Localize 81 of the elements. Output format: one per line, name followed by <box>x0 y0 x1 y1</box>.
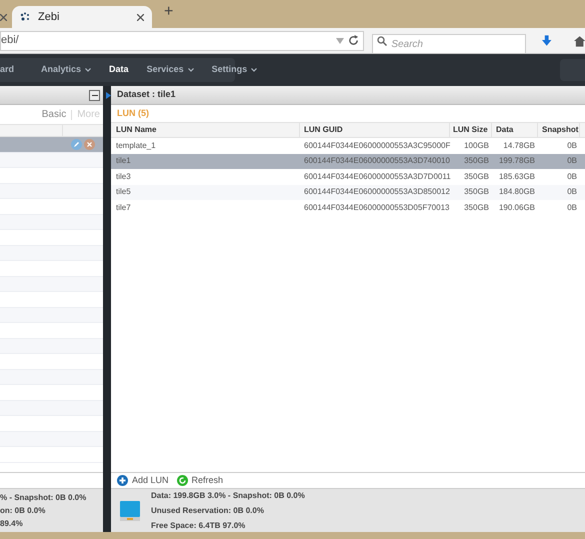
table-cell: template_1 <box>116 140 156 152</box>
url-field[interactable]: ebi/ <box>0 30 364 50</box>
table-cell: 350GB <box>464 155 489 168</box>
table-row[interactable] <box>0 152 103 168</box>
table-cell: 100GB <box>464 140 489 152</box>
table-cell: tile1 <box>116 155 131 168</box>
table-row[interactable] <box>0 308 103 323</box>
table-cell: 185.63GB <box>498 170 535 183</box>
dropdown-icon[interactable] <box>336 38 344 44</box>
table-cell: 600144F0344E06000000553A3D7D0011 <box>304 170 451 183</box>
close-icon[interactable] <box>0 14 7 20</box>
logo-icon <box>20 12 30 22</box>
table-cell: 0B <box>567 186 577 198</box>
table-cell: 600144F0344E06000000553D05F70013 <box>304 202 450 214</box>
table-row[interactable] <box>0 370 103 385</box>
delete-icon[interactable] <box>84 138 95 150</box>
table-row[interactable] <box>0 432 103 447</box>
table-row[interactable] <box>0 214 103 230</box>
edit-icon[interactable] <box>71 138 82 150</box>
info-text: Data: 199.8GB 3.0% - Snapshot: 0B 0.0% <box>151 490 305 502</box>
column-header[interactable]: LUN GUID <box>300 123 450 137</box>
info-text: on: 0B 0.0% <box>0 504 46 516</box>
table-row[interactable] <box>0 137 103 152</box>
action-button[interactable]: Add LUN <box>117 474 169 488</box>
info-text: 89.4% <box>0 518 24 530</box>
minimize-button[interactable] <box>89 90 100 100</box>
table-row[interactable] <box>0 400 103 416</box>
home-icon[interactable] <box>574 34 585 46</box>
view-link[interactable]: Basic <box>42 107 66 122</box>
add-icon <box>117 475 128 486</box>
chevron-icon <box>188 68 194 72</box>
table-row[interactable] <box>0 246 103 261</box>
info-text: Unused Reservation: 0B 0.0% <box>151 504 265 516</box>
table-cell: 0B <box>567 155 577 168</box>
table-cell: 600144F0344E06000000553A3D740010 <box>304 155 450 168</box>
reload-icon[interactable] <box>348 35 360 46</box>
table-cell: 600144F0344E06000000553A3D850012 <box>304 186 450 198</box>
table-cell: tile7 <box>116 202 131 214</box>
close-icon[interactable] <box>137 14 144 20</box>
info-text: Free Space: 6.4TB 97.0% <box>151 520 246 532</box>
column-header[interactable]: LUN Size <box>450 123 492 137</box>
nav-item[interactable]: Data <box>100 63 138 77</box>
nav-item[interactable]: ard <box>0 63 32 77</box>
disk-icon <box>119 500 141 522</box>
table-row[interactable] <box>0 338 103 354</box>
table-cell: 600144F0344E06000000553A3C95000F <box>304 140 450 152</box>
table-row[interactable]: tile5 600144F0344E06000000553A3D850012 350GB 184.80GB 0B <box>111 184 585 200</box>
table-cell: 14.78GB <box>503 140 535 152</box>
nav-item[interactable]: Analytics <box>32 63 100 77</box>
table-row[interactable]: tile1 600144F0344E06000000553A3D740010 350GB 199.78GB 0B <box>111 154 585 169</box>
new-tab-button[interactable]: + <box>164 0 174 24</box>
column-header[interactable]: LUN Name <box>111 123 300 137</box>
table-cell: 190.06GB <box>498 202 535 214</box>
table-cell: 350GB <box>464 186 489 198</box>
table-cell: 0B <box>567 140 577 152</box>
refresh-icon <box>176 475 188 486</box>
panel-title: Dataset : tile1 <box>117 88 176 102</box>
table-cell: tile5 <box>116 186 131 198</box>
tab-title: Zebi <box>38 10 60 25</box>
table-row[interactable] <box>0 184 103 199</box>
search-input[interactable]: Search <box>372 34 526 54</box>
action-button[interactable]: Refresh <box>176 474 224 488</box>
table-cell: 184.80GB <box>498 186 535 198</box>
chevron-icon <box>251 68 258 72</box>
table-cell: 199.78GB <box>498 155 535 168</box>
table-cell: tile3 <box>116 170 131 183</box>
column-header[interactable]: Snapshot <box>538 123 580 137</box>
nav-item[interactable]: Settings <box>202 63 266 77</box>
column-header[interactable]: Data <box>492 123 538 137</box>
table-cell: 0B <box>567 202 577 214</box>
table-row[interactable] <box>0 276 103 292</box>
info-text: % - Snapshot: 0B 0.0% <box>0 492 88 504</box>
chevron-icon <box>85 68 92 72</box>
section-title: LUN (5) <box>117 106 149 120</box>
table-cell: 350GB <box>464 170 489 183</box>
browser-tab[interactable]: Zebi <box>12 6 152 28</box>
table-cell: 350GB <box>464 202 489 214</box>
pointer-icon <box>106 92 111 99</box>
table-cell: 0B <box>567 170 577 183</box>
nav-item[interactable]: Services <box>138 63 203 77</box>
download-icon[interactable] <box>542 34 552 46</box>
